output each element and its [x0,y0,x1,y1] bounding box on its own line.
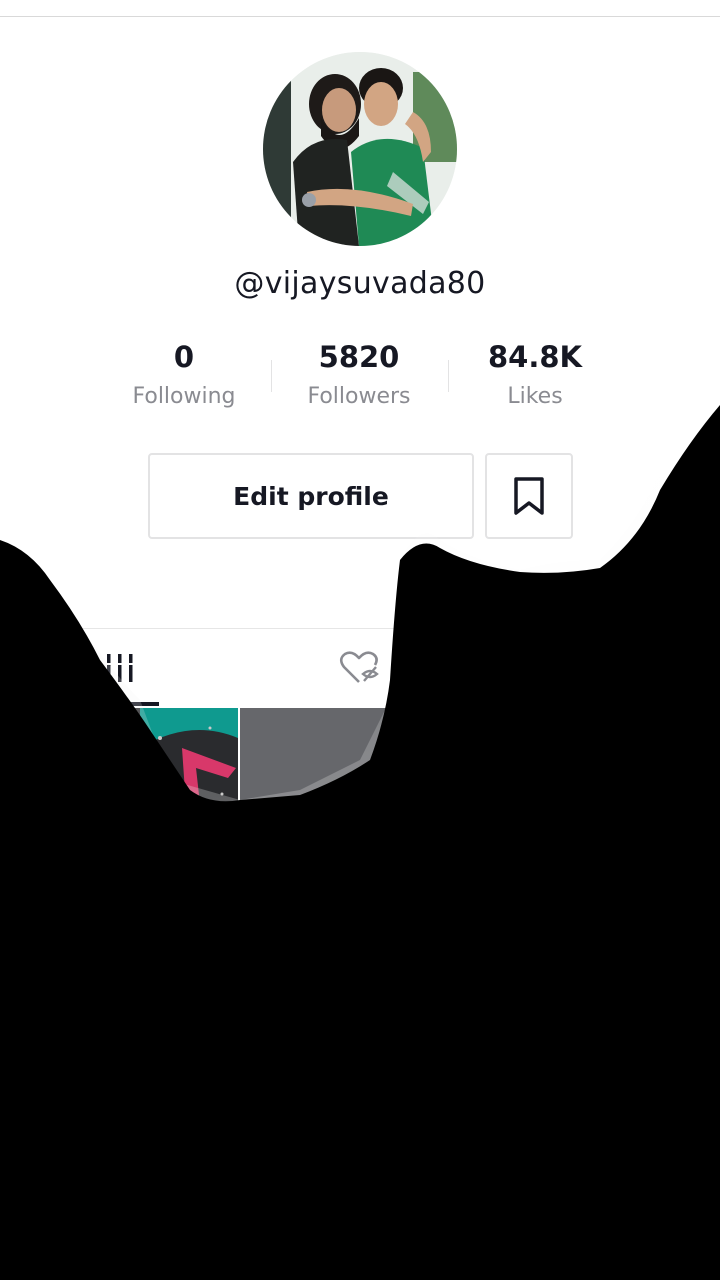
following-count: 0 [173,340,195,374]
tab-divider [0,628,720,629]
video-thumbnail[interactable] [480,708,720,993]
top-divider [0,16,720,17]
video-thumbnail[interactable] [0,708,238,993]
stat-followers[interactable]: 5820 Followers [274,338,444,412]
edit-profile-label: Edit profile [233,481,389,511]
likes-count: 84.8K [487,340,583,374]
hidden-heart-icon [339,651,379,683]
thumbnail-image [480,708,720,993]
following-label: Following [132,384,236,409]
favorites-button[interactable] [485,453,573,539]
thumbnail-image [0,708,238,993]
followers-label: Followers [307,384,411,409]
thumbnail-image [240,708,478,993]
stat-likes[interactable]: 84.8K Likes [450,338,620,412]
username: @vijaysuvada80 [234,266,486,301]
tab-videos[interactable] [80,630,159,706]
video-thumbnail[interactable] [240,708,478,993]
profile-screen: @vijaysuvada80 0 Following 5820 Follower… [0,0,720,1280]
avatar-photo [263,52,457,246]
bookmark-icon [514,477,544,515]
video-grid [0,708,720,1280]
avatar[interactable] [263,52,457,246]
grid-icon [106,654,132,682]
likes-label: Likes [507,384,563,409]
active-tab-indicator [80,702,159,706]
stat-divider [448,360,449,392]
edit-profile-button[interactable]: Edit profile [148,453,474,539]
stat-divider [271,360,272,392]
followers-count: 5820 [318,340,400,374]
tab-liked[interactable] [320,630,400,706]
stat-following[interactable]: 0 Following [99,338,269,412]
